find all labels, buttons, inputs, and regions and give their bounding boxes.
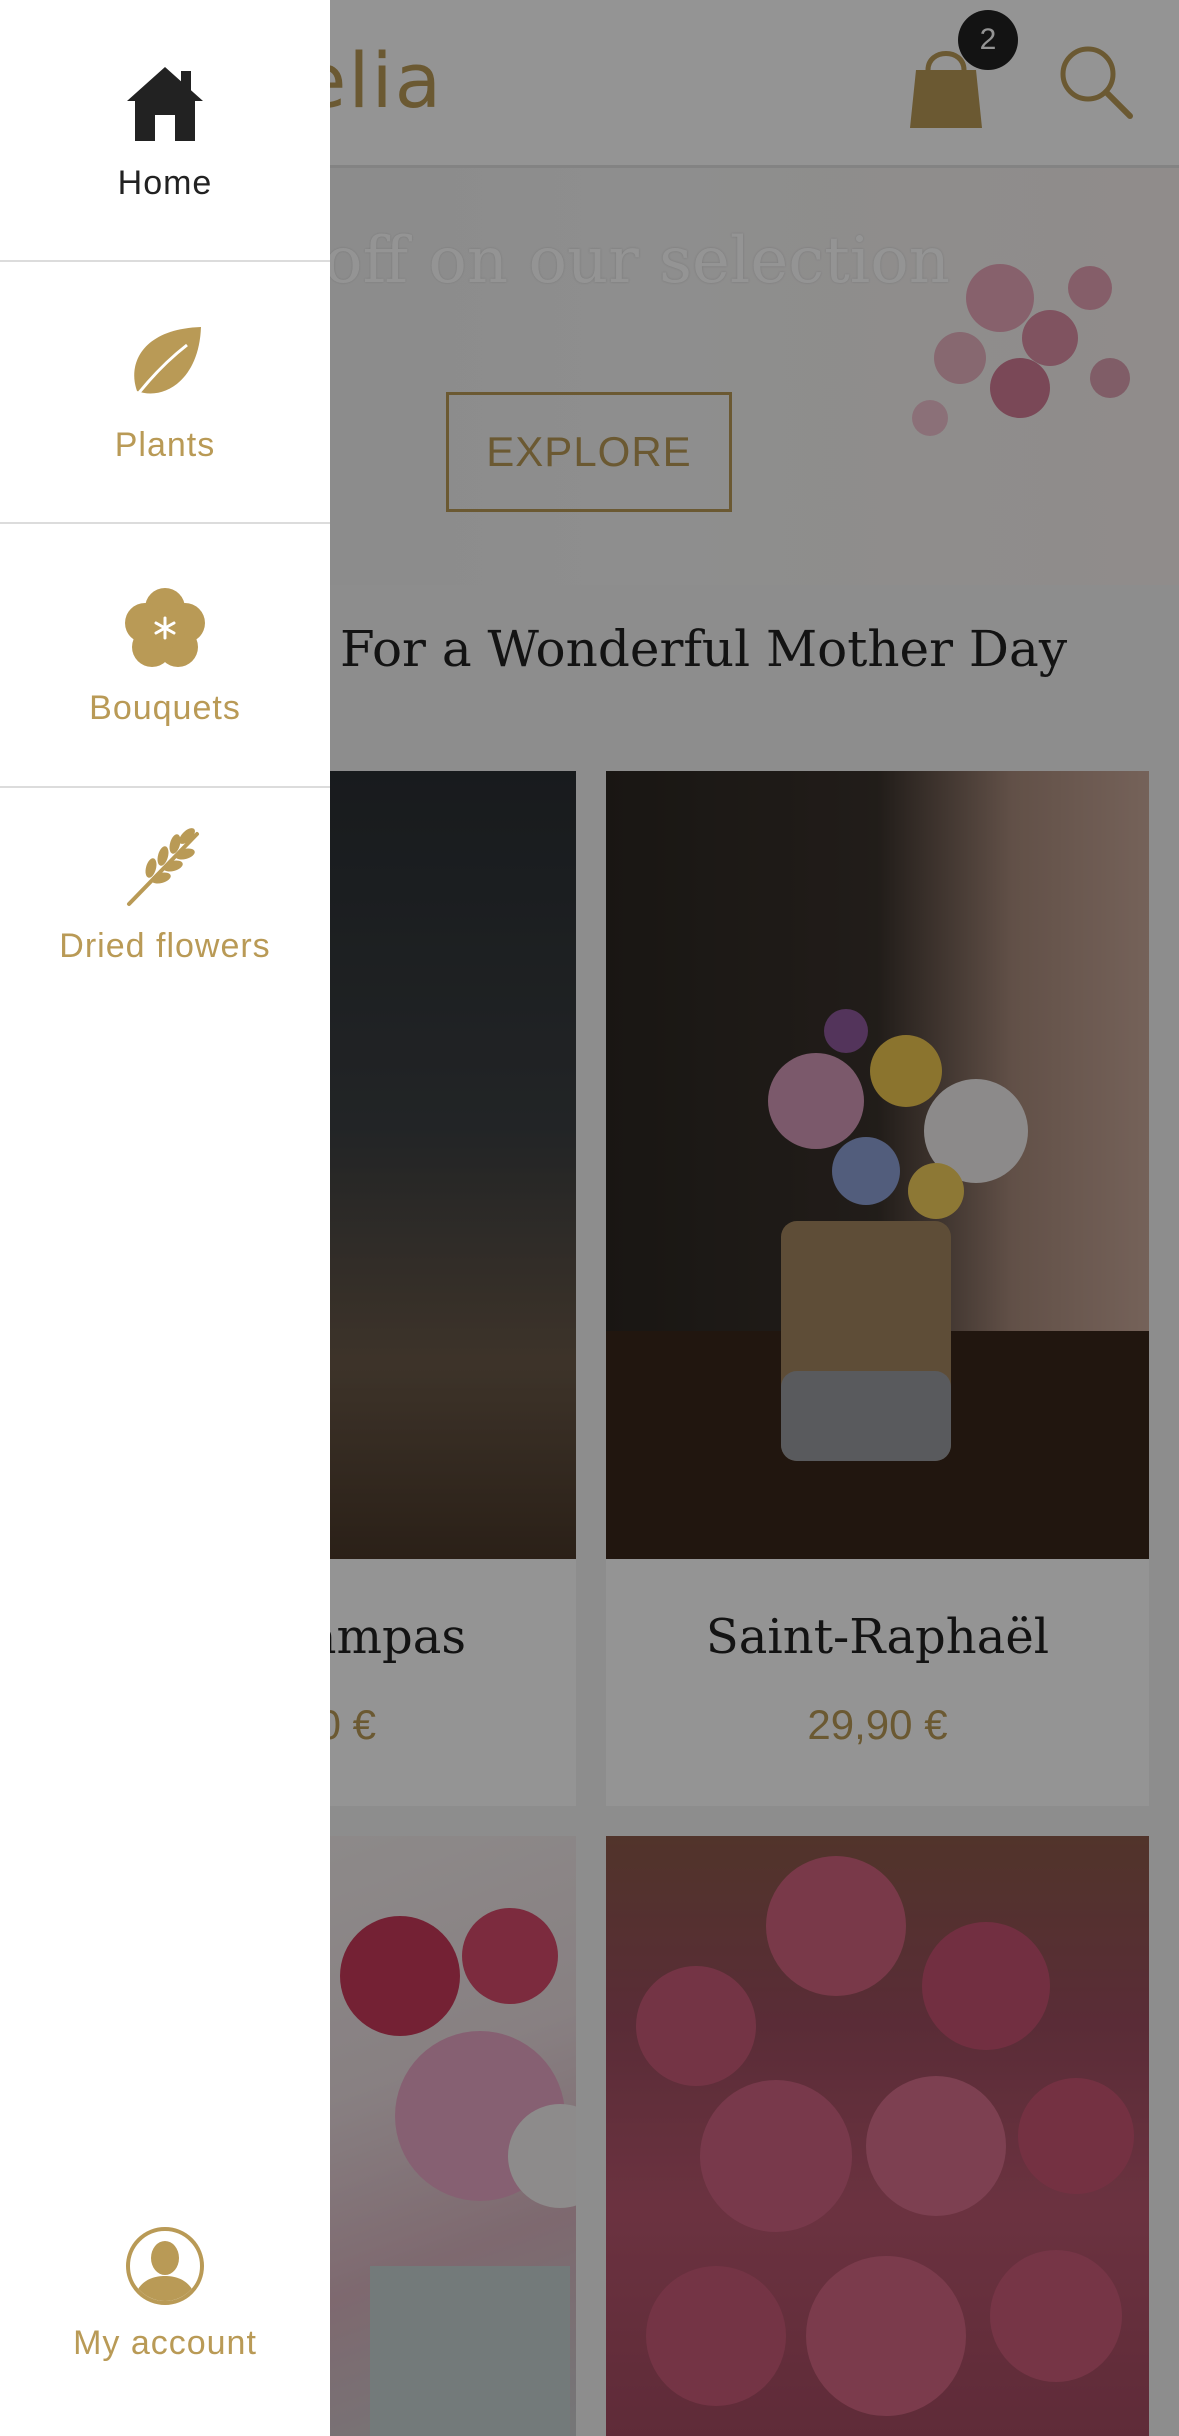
my-account-label: My account bbox=[73, 2324, 257, 2362]
drawer-item-plants[interactable]: Plants bbox=[0, 262, 330, 524]
user-avatar-icon bbox=[125, 2226, 205, 2310]
app-root: Camelia 2 % off on our selection EXPLORE bbox=[0, 0, 1179, 2436]
flower-icon bbox=[120, 583, 210, 673]
my-account-button[interactable]: My account bbox=[0, 2226, 330, 2376]
drawer-item-dried-flowers[interactable]: Dried flowers bbox=[0, 788, 330, 998]
leaf-icon bbox=[120, 320, 210, 410]
drawer-item-home[interactable]: Home bbox=[0, 0, 330, 262]
drawer-item-bouquets[interactable]: Bouquets bbox=[0, 524, 330, 788]
drawer-item-label: Bouquets bbox=[89, 688, 241, 727]
drawer-item-label: Home bbox=[117, 163, 213, 202]
home-icon bbox=[120, 58, 210, 148]
drawer-item-label: Plants bbox=[114, 425, 216, 464]
side-drawer: Home Plants Bouquets Dried flowers My ac… bbox=[0, 0, 330, 2436]
wheat-icon bbox=[120, 821, 210, 911]
drawer-item-label: Dried flowers bbox=[59, 926, 271, 965]
